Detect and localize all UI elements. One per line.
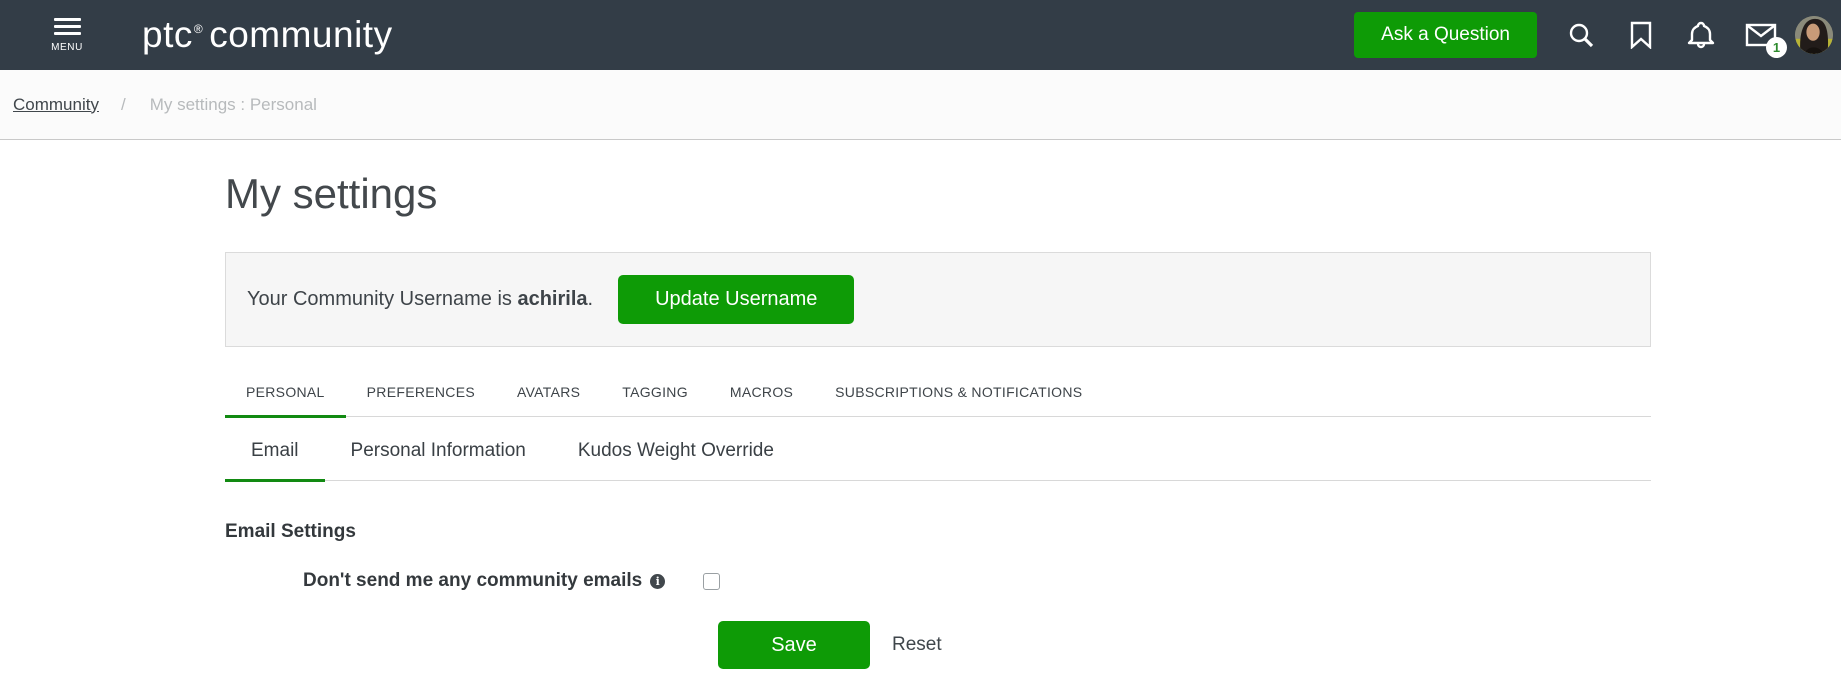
subtab-personal-information[interactable]: Personal Information [325, 440, 552, 482]
navbar-actions: Ask a Question 1 [1354, 0, 1841, 70]
tab-macros[interactable]: MACROS [709, 384, 814, 418]
search-icon [1567, 21, 1595, 49]
logo-ptc: ptc [142, 14, 193, 55]
subtab-email[interactable]: Email [225, 440, 325, 483]
update-username-button[interactable]: Update Username [618, 275, 855, 325]
registered-mark: ® [193, 22, 204, 36]
form-actions: Save Reset [718, 621, 1651, 670]
email-settings-section: Email Settings Don't send me any communi… [225, 521, 1651, 670]
reset-link[interactable]: Reset [892, 634, 942, 656]
breadcrumb-separator: / [120, 94, 126, 114]
messages-button[interactable]: 1 [1731, 0, 1791, 70]
subtab-kudos-weight-override[interactable]: Kudos Weight Override [552, 440, 800, 482]
no-emails-checkbox[interactable] [703, 572, 721, 590]
menu-label: MENU [51, 41, 83, 53]
username-message: Your Community Username is achirila. [247, 288, 594, 311]
personal-subtabs: Email Personal Information Kudos Weight … [225, 440, 1651, 483]
user-avatar[interactable] [1795, 16, 1833, 54]
no-emails-label: Don't send me any community emails [303, 570, 643, 592]
bell-icon [1687, 20, 1715, 50]
breadcrumb-community-link[interactable]: Community [13, 95, 99, 115]
save-button[interactable]: Save [718, 621, 870, 670]
top-navbar: MENU ptc ® community Ask a Question 1 [0, 0, 1841, 70]
settings-content: My settings Your Community Username is a… [225, 170, 1651, 670]
breadcrumb-current: My settings : Personal [149, 94, 317, 114]
logo-community: community [209, 14, 393, 55]
info-icon[interactable]: i [650, 573, 666, 589]
ask-a-question-button[interactable]: Ask a Question [1354, 12, 1537, 58]
page-title: My settings [225, 170, 438, 217]
ptc-community-logo[interactable]: ptc ® community [142, 14, 393, 56]
tab-personal[interactable]: PERSONAL [225, 384, 346, 419]
email-settings-heading: Email Settings [225, 521, 356, 543]
tab-preferences[interactable]: PREFERENCES [346, 384, 496, 418]
tab-subscriptions-notifications[interactable]: SUBSCRIPTIONS & NOTIFICATIONS [814, 384, 1103, 418]
username-value: achirila [517, 288, 588, 311]
settings-tabs: PERSONAL PREFERENCES AVATARS TAGGING MAC… [225, 384, 1651, 419]
bookmarks-button[interactable] [1611, 0, 1671, 70]
message-count-badge: 1 [1766, 37, 1787, 58]
tab-avatars[interactable]: AVATARS [496, 384, 601, 418]
breadcrumb: Community / My settings : Personal [0, 70, 1841, 140]
bookmark-icon [1629, 21, 1653, 49]
notifications-button[interactable] [1671, 0, 1731, 70]
no-emails-setting-row: Don't send me any community emails i [225, 570, 1651, 592]
hamburger-icon [53, 17, 81, 21]
avatar-image [1795, 16, 1833, 54]
tab-tagging[interactable]: TAGGING [601, 384, 709, 418]
search-button[interactable] [1551, 0, 1611, 70]
username-banner: Your Community Username is achirila. Upd… [225, 252, 1651, 348]
menu-button[interactable]: MENU [44, 17, 90, 53]
page: MENU ptc ® community Ask a Question 1 Co… [0, 0, 1841, 685]
